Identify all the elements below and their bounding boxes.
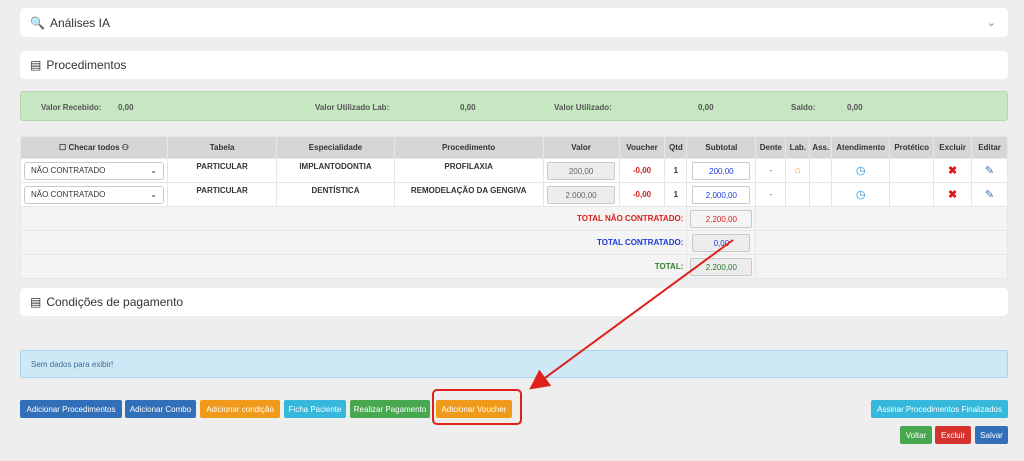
valor-field[interactable]: 200,00 bbox=[547, 161, 616, 180]
add-condition-button[interactable]: Adicionar condição bbox=[200, 400, 280, 418]
users-icon: ⚇ bbox=[121, 143, 129, 152]
header-voucher: Voucher bbox=[618, 136, 666, 159]
chevron-down-icon: ⌄ bbox=[150, 190, 157, 199]
cell-tabela: PARTICULAR bbox=[166, 182, 278, 207]
total-contratado-value: 0,00 bbox=[692, 233, 751, 252]
status-select[interactable]: NÃO CONTRATADO ⌄ bbox=[24, 161, 164, 180]
valor-recebido-value: 0,00 bbox=[118, 103, 134, 112]
edit-icon[interactable]: ✎ bbox=[985, 189, 994, 201]
cell-qtd: 1 bbox=[664, 182, 688, 207]
clock-icon[interactable]: ◷ bbox=[856, 189, 866, 201]
cell-procedimento: REMODELAÇÃO DA GENGIVA bbox=[393, 182, 544, 207]
header-procedimento: Procedimento bbox=[393, 136, 544, 159]
ai-analysis-panel[interactable]: 🔍 Análises IA ⌄ bbox=[20, 8, 1008, 37]
header-especialidade: Especialidade bbox=[276, 136, 395, 159]
header-lab: Lab. bbox=[785, 136, 811, 159]
saldo-value: 0,00 bbox=[847, 103, 863, 112]
sign-finished-procedures-button[interactable]: Assinar Procedimentos Finalizados bbox=[871, 400, 1008, 418]
table-row: NÃO CONTRATADO ⌄ PARTICULAR DENTÍSTICA RE… bbox=[20, 182, 1008, 207]
cell-qtd: 1 bbox=[664, 158, 688, 183]
make-payment-button[interactable]: Realizar Pagamento bbox=[350, 400, 430, 418]
table-row: NÃO CONTRATADO ⌄ PARTICULAR IMPLANTODONTI… bbox=[20, 158, 1008, 183]
payment-conditions-title: Condições de pagamento bbox=[46, 295, 184, 309]
save-button[interactable]: Salvar bbox=[975, 426, 1008, 444]
add-combo-button[interactable]: Adicionar Combo bbox=[125, 400, 196, 418]
cell-especialidade: DENTÍSTICA bbox=[276, 182, 395, 207]
procedures-title: Procedimentos bbox=[46, 58, 127, 72]
payment-summary: Valor Recebido: 0,00 Valor Utilizado Lab… bbox=[20, 91, 1008, 121]
header-dente: Dente bbox=[755, 136, 787, 159]
valor-utilizado-value: 0,00 bbox=[698, 103, 714, 112]
cell-ass bbox=[809, 158, 833, 183]
subtotal-field: 200,00 bbox=[692, 161, 751, 180]
house-icon[interactable]: ⌂ bbox=[795, 165, 801, 176]
check-all-header[interactable]: ☐ Checar todos ⚇ bbox=[20, 136, 168, 159]
subtotal-field: 2.000,00 bbox=[692, 185, 751, 204]
status-select[interactable]: NÃO CONTRATADO ⌄ bbox=[24, 185, 164, 204]
cell-protetico bbox=[889, 158, 935, 183]
x-icon[interactable]: ✖ bbox=[948, 165, 957, 177]
valor-lab-label: Valor Utilizado Lab: bbox=[315, 103, 390, 112]
table-header: ☐ Checar todos ⚇ Tabela Especialidade Pr… bbox=[20, 136, 1008, 159]
total-nao-contratado-label: TOTAL NÃO CONTRATADO: bbox=[19, 206, 688, 231]
check-all-label: Checar todos bbox=[68, 143, 120, 152]
list-icon: ▤ bbox=[30, 295, 42, 309]
cell-voucher: -0,00 bbox=[618, 158, 666, 183]
procedures-table: ☐ Checar todos ⚇ Tabela Especialidade Pr… bbox=[19, 136, 1008, 279]
total-nao-contratado-row: TOTAL NÃO CONTRATADO: 2.200,00 bbox=[19, 206, 1008, 231]
cell-dente: - bbox=[755, 158, 787, 183]
total-nao-contratado-value: 2.200,00 bbox=[690, 209, 753, 228]
magnifier-robot-icon: 🔍 bbox=[30, 15, 45, 30]
cell-tabela: PARTICULAR bbox=[166, 158, 278, 183]
cell-especialidade: IMPLANTODONTIA bbox=[276, 158, 395, 183]
total-label: TOTAL: bbox=[19, 254, 688, 279]
header-subtotal: Subtotal bbox=[686, 136, 757, 159]
header-editar: Editar bbox=[971, 136, 1008, 159]
chevron-down-icon: ⌄ bbox=[150, 166, 157, 175]
header-valor: Valor bbox=[542, 136, 620, 159]
header-atendimento: Atendimento bbox=[831, 136, 891, 159]
cell-voucher: -0,00 bbox=[618, 182, 666, 207]
header-ass: Ass. bbox=[809, 136, 833, 159]
list-icon: ▤ bbox=[30, 58, 42, 72]
valor-recebido-label: Valor Recebido: bbox=[41, 103, 102, 112]
total-row: TOTAL: 2.200,00 bbox=[19, 254, 1008, 279]
x-icon[interactable]: ✖ bbox=[948, 189, 957, 201]
valor-field[interactable]: 2.000,00 bbox=[547, 185, 616, 204]
saldo-label: Saldo: bbox=[791, 103, 816, 112]
empty-message: Sem dados para exibir! bbox=[20, 350, 1008, 378]
total-contratado-label: TOTAL CONTRATADO: bbox=[19, 230, 688, 255]
procedures-panel: ▤ Procedimentos bbox=[20, 51, 1008, 79]
total-value: 2.200,00 bbox=[690, 257, 753, 276]
checkbox-icon[interactable]: ☐ bbox=[59, 143, 66, 152]
patient-record-button[interactable]: Ficha Paciente bbox=[284, 400, 346, 418]
annotation-highlight-box bbox=[432, 389, 522, 425]
valor-utilizado-label: Valor Utilizado: bbox=[554, 103, 612, 112]
chevron-down-icon[interactable]: ⌄ bbox=[987, 16, 996, 29]
ai-analysis-title: Análises IA bbox=[49, 15, 110, 30]
clock-icon[interactable]: ◷ bbox=[856, 165, 866, 177]
back-button[interactable]: Voltar bbox=[900, 426, 932, 444]
header-qtd: Qtd bbox=[664, 136, 688, 159]
valor-lab-value: 0,00 bbox=[460, 103, 476, 112]
cell-lab bbox=[785, 182, 811, 207]
cell-procedimento: PROFILAXIA bbox=[393, 158, 544, 183]
cell-dente: - bbox=[755, 182, 787, 207]
edit-icon[interactable]: ✎ bbox=[985, 165, 994, 177]
payment-conditions-panel: ▤ Condições de pagamento bbox=[20, 288, 1008, 316]
delete-button[interactable]: Excluir bbox=[935, 426, 971, 444]
add-procedures-button[interactable]: Adicionar Procedimentos bbox=[20, 400, 122, 418]
header-excluir: Excluir bbox=[933, 136, 973, 159]
header-protetico: Protético bbox=[889, 136, 935, 159]
cell-ass bbox=[809, 182, 833, 207]
header-tabela: Tabela bbox=[166, 136, 278, 159]
cell-protetico bbox=[889, 182, 935, 207]
total-contratado-row: TOTAL CONTRATADO: 0,00 bbox=[19, 230, 1008, 255]
